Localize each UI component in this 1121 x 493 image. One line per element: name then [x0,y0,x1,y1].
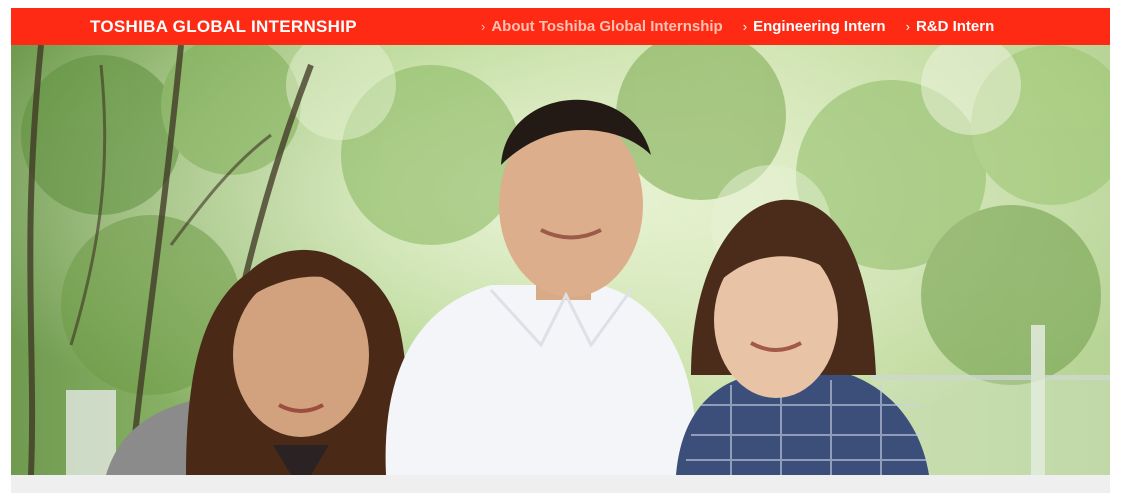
nav-link-engineering-intern[interactable]: › Engineering Intern [743,18,886,35]
nav-link-label: R&D Intern [915,18,995,35]
hero-photo-illustration [11,45,1110,475]
brand-link[interactable]: TOSHIBA GLOBAL INTERNSHIP [90,8,357,45]
chevron-right-icon: › [481,19,486,34]
chevron-right-icon: › [905,19,910,34]
chevron-right-icon: › [742,19,748,34]
nav-link-label: Engineering Intern [753,18,886,35]
nav-link-label: About Toshiba Global Internship [491,18,723,35]
hero-image [11,45,1110,475]
nav-link-about[interactable]: › About Toshiba Global Internship [481,18,723,35]
page: TOSHIBA GLOBAL INTERNSHIP › About Toshib… [0,0,1121,493]
nav-link-rd-intern[interactable]: › R&D Intern [906,18,995,35]
nav-links: › About Toshiba Global Internship › Engi… [481,8,1014,45]
footer-strip [11,475,1110,493]
top-navbar: TOSHIBA GLOBAL INTERNSHIP › About Toshib… [11,8,1110,45]
